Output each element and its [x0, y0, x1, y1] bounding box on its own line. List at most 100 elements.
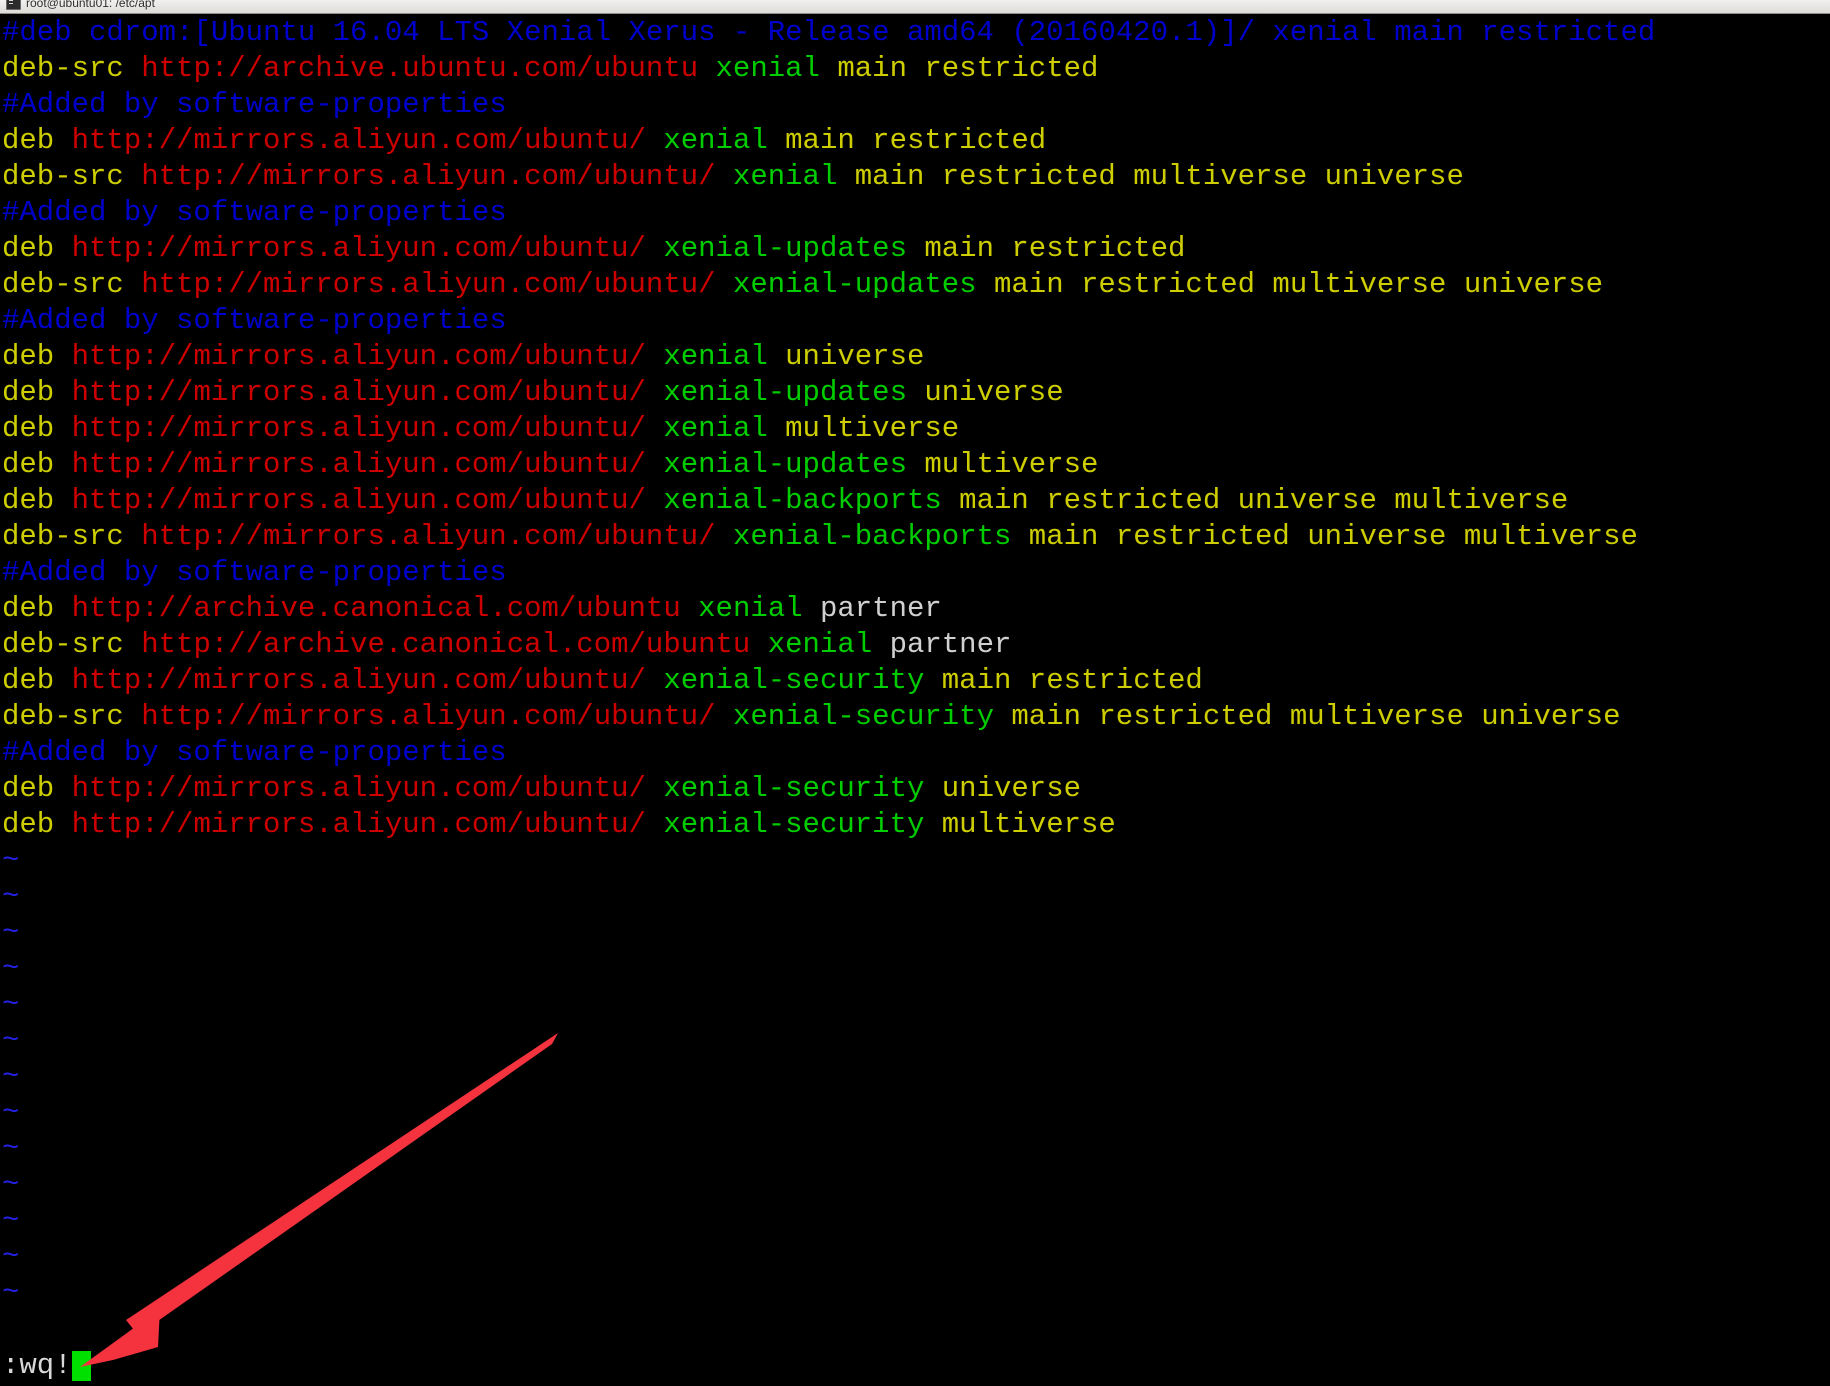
- buffer-token: deb: [2, 484, 72, 517]
- buffer-empty-line: ~: [0, 915, 1830, 951]
- buffer-token: xenial-updates: [663, 376, 907, 409]
- buffer-token: main restricted multiverse universe: [837, 160, 1464, 193]
- buffer-line[interactable]: deb http://mirrors.aliyun.com/ubuntu/ xe…: [0, 663, 1830, 699]
- tilde-marker: ~: [2, 844, 20, 877]
- buffer-token: http://archive.canonical.com/ubuntu: [71, 592, 681, 625]
- buffer-token: [716, 160, 733, 193]
- buffer-line[interactable]: #Added by software-properties: [0, 195, 1830, 231]
- buffer-token: partner: [872, 628, 1012, 661]
- buffer-token: main restricted: [819, 52, 1099, 85]
- buffer-line[interactable]: deb http://mirrors.aliyun.com/ubuntu/ xe…: [0, 771, 1830, 807]
- buffer-token: http://mirrors.aliyun.com/ubuntu/: [71, 772, 646, 805]
- buffer-token: [646, 124, 663, 157]
- buffer-line[interactable]: #deb cdrom:[Ubuntu 16.04 LTS Xenial Xeru…: [0, 15, 1830, 51]
- buffer-token: deb-src: [2, 160, 142, 193]
- buffer-token: xenial-security: [663, 772, 925, 805]
- buffer-token: http://archive.ubuntu.com/ubuntu: [141, 52, 699, 85]
- buffer-token: #Added by software-properties: [2, 196, 507, 229]
- buffer-token: deb: [2, 376, 72, 409]
- tilde-marker: ~: [2, 1024, 20, 1057]
- buffer-token: [698, 52, 715, 85]
- buffer-token: [716, 520, 733, 553]
- tilde-marker: ~: [2, 1096, 20, 1129]
- buffer-token: deb: [2, 664, 72, 697]
- buffer-token: deb: [2, 592, 72, 625]
- buffer-token: http://mirrors.aliyun.com/ubuntu/: [71, 412, 646, 445]
- buffer-token: universe: [767, 340, 925, 373]
- buffer-token: xenial-security: [663, 808, 925, 841]
- buffer-line[interactable]: deb http://archive.canonical.com/ubuntu …: [0, 591, 1830, 627]
- buffer-token: deb: [2, 232, 72, 265]
- buffer-token: universe: [924, 772, 1082, 805]
- tilde-marker: ~: [2, 1168, 20, 1201]
- buffer-token: http://mirrors.aliyun.com/ubuntu/: [71, 232, 646, 265]
- buffer-line[interactable]: deb http://mirrors.aliyun.com/ubuntu/ xe…: [0, 807, 1830, 843]
- buffer-token: [646, 808, 663, 841]
- buffer-token: deb-src: [2, 700, 142, 733]
- tilde-marker: ~: [2, 988, 20, 1021]
- vim-buffer[interactable]: #deb cdrom:[Ubuntu 16.04 LTS Xenial Xeru…: [0, 15, 1830, 1311]
- buffer-empty-line: ~: [0, 879, 1830, 915]
- buffer-line[interactable]: deb-src http://mirrors.aliyun.com/ubuntu…: [0, 267, 1830, 303]
- tilde-marker: ~: [2, 1204, 20, 1237]
- buffer-token: main restricted multiverse universe: [993, 700, 1621, 733]
- buffer-line[interactable]: deb http://mirrors.aliyun.com/ubuntu/ xe…: [0, 231, 1830, 267]
- buffer-line[interactable]: deb-src http://mirrors.aliyun.com/ubuntu…: [0, 699, 1830, 735]
- buffer-token: multiverse: [767, 412, 960, 445]
- buffer-token: [750, 628, 767, 661]
- buffer-line[interactable]: deb http://mirrors.aliyun.com/ubuntu/ xe…: [0, 483, 1830, 519]
- buffer-token: xenial-updates: [732, 268, 977, 301]
- buffer-token: http://mirrors.aliyun.com/ubuntu/: [71, 340, 646, 373]
- window-titlebar[interactable]: root@ubuntu01: /etc/apt: [0, 0, 1830, 14]
- buffer-line[interactable]: #Added by software-properties: [0, 87, 1830, 123]
- buffer-token: deb: [2, 124, 72, 157]
- buffer-line[interactable]: deb-src http://archive.ubuntu.com/ubuntu…: [0, 51, 1830, 87]
- buffer-token: deb-src: [2, 628, 142, 661]
- buffer-empty-line: ~: [0, 951, 1830, 987]
- text-cursor: [71, 1351, 91, 1381]
- buffer-token: xenial: [715, 52, 820, 85]
- buffer-token: http://mirrors.aliyun.com/ubuntu/: [71, 484, 646, 517]
- buffer-empty-line: ~: [0, 1023, 1830, 1059]
- buffer-line[interactable]: deb http://mirrors.aliyun.com/ubuntu/ xe…: [0, 339, 1830, 375]
- buffer-token: http://mirrors.aliyun.com/ubuntu/: [71, 448, 646, 481]
- buffer-line[interactable]: deb http://mirrors.aliyun.com/ubuntu/ xe…: [0, 411, 1830, 447]
- buffer-token: [681, 592, 698, 625]
- buffer-token: [646, 484, 663, 517]
- buffer-token: xenial-security: [663, 664, 925, 697]
- buffer-token: deb: [2, 772, 72, 805]
- buffer-token: [716, 700, 733, 733]
- buffer-token: [716, 268, 733, 301]
- buffer-token: [646, 232, 663, 265]
- buffer-line[interactable]: deb-src http://archive.canonical.com/ubu…: [0, 627, 1830, 663]
- buffer-token: deb-src: [2, 268, 142, 301]
- buffer-token: [646, 448, 663, 481]
- buffer-line[interactable]: deb-src http://mirrors.aliyun.com/ubuntu…: [0, 519, 1830, 555]
- buffer-line[interactable]: #Added by software-properties: [0, 735, 1830, 771]
- buffer-line[interactable]: deb http://mirrors.aliyun.com/ubuntu/ xe…: [0, 447, 1830, 483]
- buffer-token: [646, 664, 663, 697]
- buffer-token: multiverse: [924, 808, 1116, 841]
- tilde-marker: ~: [2, 880, 20, 913]
- buffer-token: main restricted: [767, 124, 1047, 157]
- buffer-line[interactable]: deb http://mirrors.aliyun.com/ubuntu/ xe…: [0, 375, 1830, 411]
- buffer-empty-line: ~: [0, 1095, 1830, 1131]
- vim-status-line[interactable]: :wq!: [0, 1346, 1830, 1386]
- buffer-empty-line: ~: [0, 987, 1830, 1023]
- buffer-token: multiverse: [906, 448, 1099, 481]
- terminal-icon: [6, 0, 21, 10]
- buffer-token: xenial-updates: [663, 448, 907, 481]
- buffer-line[interactable]: #Added by software-properties: [0, 555, 1830, 591]
- buffer-line[interactable]: #Added by software-properties: [0, 303, 1830, 339]
- buffer-token: main restricted universe multiverse: [941, 484, 1569, 517]
- buffer-token: deb: [2, 448, 72, 481]
- buffer-token: #Added by software-properties: [2, 736, 507, 769]
- buffer-line[interactable]: deb http://mirrors.aliyun.com/ubuntu/ xe…: [0, 123, 1830, 159]
- buffer-token: deb: [2, 340, 72, 373]
- buffer-token: http://mirrors.aliyun.com/ubuntu/: [71, 376, 646, 409]
- buffer-token: #Added by software-properties: [2, 556, 507, 589]
- terminal-window[interactable]: #deb cdrom:[Ubuntu 16.04 LTS Xenial Xeru…: [0, 15, 1830, 1386]
- buffer-token: [646, 376, 663, 409]
- tilde-marker: ~: [2, 1240, 20, 1273]
- buffer-line[interactable]: deb-src http://mirrors.aliyun.com/ubuntu…: [0, 159, 1830, 195]
